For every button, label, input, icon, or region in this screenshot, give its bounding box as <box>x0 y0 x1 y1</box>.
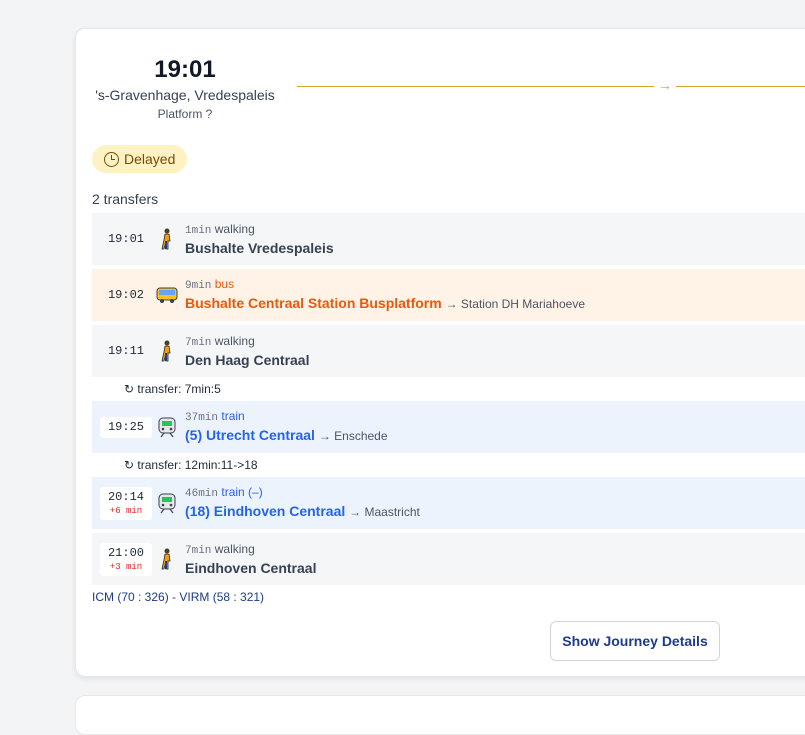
status-badge-label: Delayed <box>124 151 176 167</box>
journey-card: 19:01 's-Gravenhage, Vredespaleis Platfo… <box>75 28 805 677</box>
leg-duration: 46min <box>185 488 219 500</box>
leg-time-box: 20:14 +6 min <box>100 486 152 520</box>
clock-icon <box>104 151 119 167</box>
leg-stop-name: Eindhoven Centraal <box>185 559 317 576</box>
leg-time-box: 19:02 <box>100 288 152 303</box>
route-line <box>297 86 805 87</box>
leg-mode: walking <box>214 541 255 556</box>
show-journey-details-button[interactable]: Show Journey Details <box>550 621 720 661</box>
leg-time: 19:25 <box>107 419 144 434</box>
status-badge: Delayed <box>92 145 188 173</box>
leg-info: 37min train (5) Utrecht Centraal → Ensch… <box>185 408 388 446</box>
leg-mode: bus <box>214 277 235 291</box>
leg-row[interactable]: 20:14 +6 min 46min train (–) (18) Eindho… <box>92 477 805 529</box>
next-journey-card[interactable] <box>75 695 805 735</box>
arrow-right-icon: → <box>654 76 676 94</box>
leg-destination: → Enschede <box>318 429 388 443</box>
leg-info: 9min bus Bushalte Centraal Station Buspl… <box>185 276 585 314</box>
leg-stop-name: Bushalte Vredespaleis <box>185 239 334 256</box>
leg-time: 19:11 <box>107 343 144 358</box>
transfers-count: 2 transfers <box>92 191 159 207</box>
leg-info: 7min walking Den Haag Centraal <box>185 333 309 370</box>
rolling-stock-summary: ICM (70 : 326) - VIRM (58 : 321) <box>92 590 265 604</box>
leg-time-box: 19:25 <box>100 416 152 438</box>
leg-row[interactable]: 19:01 1min walking Bushalte Vredespaleis <box>92 213 805 265</box>
leg-mode: train (–) <box>221 485 263 499</box>
leg-duration: 9min <box>185 280 212 292</box>
leg-delay: +6 min <box>109 505 143 516</box>
leg-row[interactable]: 19:02 9min bus Bushalte Centraal Station… <box>92 269 805 321</box>
departure-platform: Platform ? <box>157 107 213 121</box>
transfer-note: ↻ transfer: 12min:11->18 <box>124 458 258 472</box>
leg-time-box: 19:01 <box>100 232 152 247</box>
leg-row[interactable]: 21:00 +3 min 7min walking Eindhoven Cent… <box>92 533 805 585</box>
departure-station: 's-Gravenhage, Vredespaleis <box>95 87 275 103</box>
walking-person-icon <box>154 226 180 252</box>
leg-time: 21:00 <box>107 545 144 560</box>
leg-mode: walking <box>214 221 255 236</box>
leg-info: 7min walking Eindhoven Centraal <box>185 541 316 578</box>
leg-duration: 1min <box>185 224 212 237</box>
leg-info: 46min train (–) (18) Eindhoven Centraal … <box>185 484 420 522</box>
leg-time: 19:01 <box>107 231 144 246</box>
leg-stop-name: Bushalte Centraal Station Busplatform <box>185 295 442 311</box>
leg-duration: 7min <box>185 544 212 557</box>
leg-row[interactable]: 19:25 37min train (5) Utrecht Centraal →… <box>92 401 805 453</box>
walking-person-icon <box>154 338 180 364</box>
transfer-note: ↻ transfer: 7min:5 <box>124 382 221 396</box>
leg-stop-name: Den Haag Centraal <box>185 351 310 368</box>
leg-stop-name: (18) Eindhoven Centraal <box>185 503 346 519</box>
leg-duration: 7min <box>185 336 212 349</box>
bus-icon <box>154 282 180 308</box>
leg-mode: train <box>221 409 245 423</box>
leg-row[interactable]: 19:11 7min walking Den Haag Centraal <box>92 325 805 377</box>
leg-time: 20:14 <box>107 489 144 504</box>
departure-block: 19:01 's-Gravenhage, Vredespaleis Platfo… <box>90 55 280 122</box>
train-icon <box>154 414 180 440</box>
leg-delay: +3 min <box>109 561 143 572</box>
departure-time: 19:01 <box>154 56 216 83</box>
train-icon <box>154 490 180 516</box>
leg-info: 1min walking Bushalte Vredespaleis <box>185 221 334 258</box>
leg-time: 19:02 <box>107 287 144 302</box>
leg-destination: → Station DH Mariahoeve <box>445 297 585 311</box>
leg-stop-name: (5) Utrecht Centraal <box>185 427 315 443</box>
leg-destination: → Maastricht <box>349 505 420 519</box>
leg-time-box: 19:11 <box>100 344 152 359</box>
walking-person-icon <box>154 546 180 572</box>
leg-mode: walking <box>214 333 255 348</box>
leg-time-box: 21:00 +3 min <box>100 542 152 576</box>
leg-duration: 37min <box>185 412 219 424</box>
